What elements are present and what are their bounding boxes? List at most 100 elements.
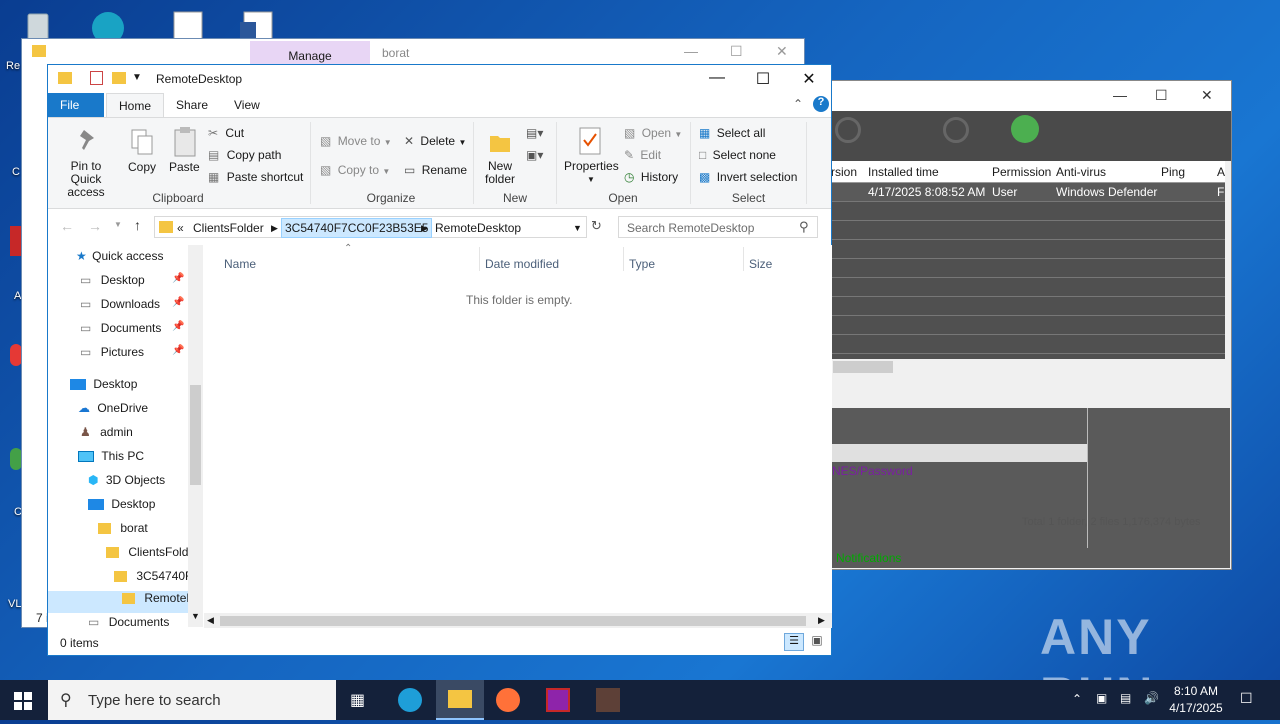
copy-path-button[interactable]: ▤ Copy path (208, 148, 281, 162)
search-input[interactable]: Search RemoteDesktop ⚲ (618, 216, 818, 238)
recent-locations-icon[interactable]: ▼ (114, 220, 122, 229)
table-row[interactable] (831, 297, 1225, 316)
table-row[interactable] (831, 259, 1225, 278)
maximize-icon[interactable]: ☐ (1155, 87, 1168, 104)
nav-clientsfolder[interactable]: ClientsFolde (106, 545, 195, 567)
network-icon[interactable]: ▣ (1096, 691, 1107, 705)
minimize-icon[interactable]: — (1113, 87, 1127, 103)
pin-icon[interactable]: 📌 (172, 297, 184, 308)
col-version[interactable]: rsion (831, 165, 857, 179)
column-separator[interactable] (623, 247, 624, 271)
back-minimize-icon[interactable]: — (684, 43, 698, 59)
easy-access-icon[interactable]: ▣▾ (526, 148, 543, 162)
file-explorer-taskbar-icon[interactable] (436, 680, 484, 720)
help-icon[interactable]: ? (813, 96, 829, 112)
nav-documents[interactable]: ▭ Documents (88, 615, 169, 627)
edit-button[interactable]: ✎ Edit (624, 148, 661, 162)
breadcrumb-clientsfolder[interactable]: ClientsFolder (193, 221, 264, 235)
table-row[interactable]: 4/17/2025 8:08:52 AM User Windows Defend… (831, 183, 1225, 202)
nav-admin[interactable]: ♟ admin (80, 425, 133, 447)
breadcrumb-overflow[interactable]: « (177, 221, 184, 235)
quick-folder-icon[interactable] (58, 72, 72, 84)
forward-arrow-icon[interactable]: → (88, 218, 102, 234)
pin-icon[interactable]: 📌 (172, 321, 184, 332)
firefox-taskbar-icon[interactable] (496, 688, 520, 712)
file-list[interactable]: ⌃ Name Date modified Type Size This fold… (204, 243, 832, 628)
task-view-icon[interactable]: ▦ (350, 690, 370, 710)
column-date-modified[interactable]: Date modified (485, 257, 559, 271)
content-hscroll[interactable]: ◀ ▶ (204, 613, 832, 628)
up-arrow-icon[interactable]: ↑ (134, 217, 141, 233)
open-button[interactable]: ▧ Open ▼ (624, 126, 682, 140)
properties-button[interactable]: Properties ▼ (564, 160, 619, 186)
nav-borat[interactable]: borat (98, 521, 148, 543)
back-close-icon[interactable]: ✕ (776, 43, 788, 60)
new-folder-qa-icon[interactable] (112, 72, 126, 84)
pin-icon[interactable]: 📌 (172, 273, 184, 284)
properties-check-icon[interactable] (90, 71, 103, 85)
nav-pinned-pictures[interactable]: ▭ Pictures 📌 (80, 345, 184, 367)
copy-button[interactable]: Copy (128, 160, 156, 174)
invert-selection-button[interactable]: ▩ Invert selection (699, 170, 797, 184)
select-all-button[interactable]: ▦ Select all (699, 126, 765, 140)
column-separator[interactable] (479, 247, 480, 271)
back-maximize-icon[interactable]: ☐ (730, 43, 743, 60)
tab-home[interactable]: Home (106, 93, 165, 117)
scroll-down-icon[interactable]: ▼ (191, 611, 200, 621)
nav-pinned-downloads[interactable]: ▭ Downloads 📌 (80, 297, 184, 319)
app-taskbar-icon[interactable] (596, 688, 620, 712)
edge-taskbar-icon[interactable] (398, 688, 422, 712)
col-antivirus[interactable]: Anti-virus (1056, 165, 1106, 179)
volume-icon[interactable]: 🔊 (1144, 691, 1159, 705)
column-separator[interactable] (743, 247, 744, 271)
nav-desktop[interactable]: Desktop (70, 377, 137, 399)
close-icon[interactable]: ✕ (1201, 87, 1213, 104)
grid-hscroll-thumb[interactable] (833, 361, 893, 373)
paste-shortcut-button[interactable]: ▦ Paste shortcut (208, 170, 303, 184)
content-hscroll-thumb[interactable] (220, 616, 806, 626)
new-folder-button[interactable]: New folder (480, 160, 520, 186)
cut-button[interactable]: ✂ Cut (208, 126, 244, 140)
tab-share[interactable]: Share (164, 93, 220, 117)
tab-view[interactable]: View (222, 93, 272, 117)
toolbar-green-icon[interactable] (1011, 115, 1039, 143)
minimize-ribbon-icon[interactable]: ⌃ (793, 97, 803, 111)
col-permission[interactable]: Permission (992, 165, 1051, 179)
tab-file[interactable]: File (48, 93, 104, 117)
table-row[interactable] (831, 240, 1225, 259)
table-row[interactable] (831, 202, 1225, 221)
table-row[interactable] (831, 278, 1225, 297)
breadcrumb-remotedesktop[interactable]: RemoteDesktop (435, 221, 521, 235)
select-none-button[interactable]: □ Select none (699, 148, 776, 162)
address-dropdown-icon[interactable]: ▼ (573, 223, 582, 233)
large-icons-view-icon[interactable]: ▣ (808, 633, 826, 651)
show-hidden-icons-icon[interactable]: ⌃ (1072, 692, 1082, 706)
table-row[interactable] (831, 316, 1225, 335)
nav-pc-desktop[interactable]: Desktop (88, 497, 155, 519)
notifications-icon[interactable]: ☐ (1240, 690, 1253, 707)
new-item-icon[interactable]: ▤▾ (526, 126, 543, 140)
grid-hscroll[interactable] (831, 359, 1225, 375)
table-row[interactable] (831, 335, 1225, 354)
details-view-icon[interactable]: ☰ (784, 633, 804, 651)
manage-tab[interactable]: Manage (250, 41, 370, 65)
nav-pinned-documents[interactable]: ▭ Documents 📌 (80, 321, 184, 343)
nav-this-pc[interactable]: This PC (78, 449, 144, 471)
maximize-button[interactable]: ☐ (740, 69, 786, 91)
history-button[interactable]: ◷ History (624, 170, 678, 184)
search-icon[interactable]: ⚲ (799, 219, 809, 235)
column-name[interactable]: Name (224, 257, 256, 271)
column-type[interactable]: Type (629, 257, 655, 271)
refresh-icon[interactable]: ↻ (591, 218, 602, 234)
table-row[interactable] (831, 221, 1225, 240)
paste-button[interactable]: Paste (169, 160, 200, 174)
col-installed-time[interactable]: Installed time (868, 165, 939, 179)
scroll-right-icon[interactable]: ▶ (818, 615, 825, 626)
nav-3d-objects[interactable]: ⬢ 3D Objects (88, 473, 165, 495)
nav-remotedesktop[interactable]: RemoteD (48, 591, 195, 613)
breadcrumb-hash-folder[interactable]: 3C54740F7CC0F23B53E5 (281, 218, 433, 238)
nav-scrollbar[interactable]: ▼ (188, 245, 203, 627)
back-arrow-icon[interactable]: ← (60, 218, 74, 234)
start-windows-icon[interactable] (14, 692, 32, 710)
address-bar[interactable]: « ClientsFolder ▶ 3C54740F7CC0F23B53E5 ▶… (154, 216, 587, 238)
